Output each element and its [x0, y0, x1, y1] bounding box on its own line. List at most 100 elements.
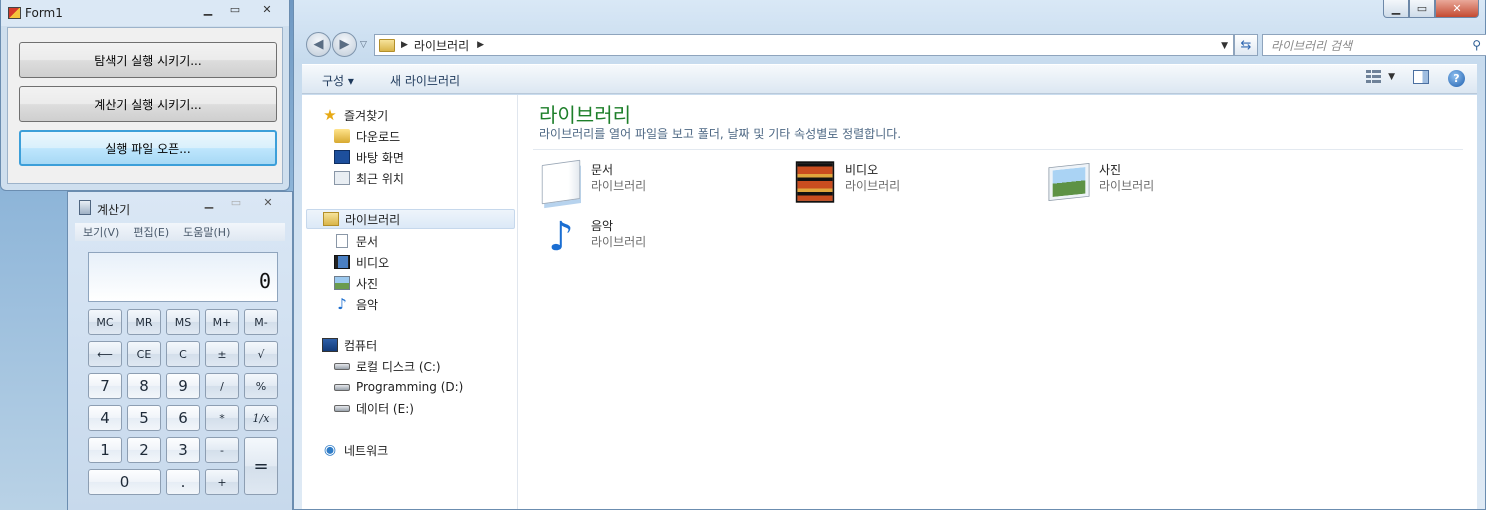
key-subtract[interactable]: - [205, 437, 239, 463]
explorer-caption-buttons: ▁ ▭ ✕ [1383, 0, 1479, 18]
item-type: 라이브러리 [1099, 179, 1155, 193]
preview-pane-button[interactable] [1413, 70, 1429, 84]
key-reciprocal[interactable]: 1/x [244, 405, 278, 431]
nav-libraries[interactable]: 라이브러리 [306, 209, 515, 229]
windows-drive-icon [334, 362, 350, 370]
key-8[interactable]: 8 [127, 373, 161, 399]
breadcrumb-separator-icon[interactable]: ▶ [401, 40, 408, 50]
new-library-button[interactable]: 새 라이브러리 [390, 72, 460, 89]
nav-drive-e[interactable]: 데이터 (E:) [334, 398, 414, 418]
change-view-button[interactable]: ▼ [1366, 70, 1395, 84]
nav-computer[interactable]: 컴퓨터 [322, 335, 377, 355]
address-bar[interactable]: ▶ 라이브러리 ▶ ▼ [374, 34, 1234, 56]
library-item-music[interactable]: ♪ 음악 라이브러리 [537, 213, 777, 263]
menu-help[interactable]: 도움말(H) [183, 224, 230, 240]
key-7[interactable]: 7 [88, 373, 122, 399]
key-multiply[interactable]: * [205, 405, 239, 431]
key-backspace[interactable]: ⟵ [88, 341, 122, 367]
display-value: 0 [258, 269, 271, 293]
open-executable-button[interactable]: 실행 파일 오픈... [19, 130, 277, 166]
run-calculator-button[interactable]: 계산기 실행 시키기... [19, 86, 277, 122]
hard-drive-icon [334, 383, 350, 391]
nav-label: 네트워크 [344, 443, 389, 458]
nav-pictures[interactable]: 사진 [334, 273, 378, 293]
run-explorer-button[interactable]: 탐색기 실행 시키기... [19, 42, 277, 78]
key-percent[interactable]: % [244, 373, 278, 399]
chevron-down-icon[interactable]: ▼ [1388, 72, 1395, 82]
search-input[interactable]: 라이브러리 검색 ⚲ [1262, 34, 1486, 56]
pictures-library-icon [1048, 163, 1090, 201]
key-6[interactable]: 6 [166, 405, 200, 431]
key-ce[interactable]: CE [127, 341, 161, 367]
close-button[interactable]: ✕ [250, 194, 286, 210]
menu-edit[interactable]: 편집(E) [133, 224, 169, 240]
nav-favorites[interactable]: ★ 즐겨찾기 [322, 105, 388, 125]
library-item-pictures[interactable]: 사진 라이브러리 [1045, 157, 1285, 207]
nav-label: 로컬 디스크 (C:) [356, 359, 441, 374]
nav-drive-c[interactable]: 로컬 디스크 (C:) [334, 356, 441, 376]
key-ms[interactable]: MS [166, 309, 200, 335]
minimize-button[interactable]: ▁ [195, 0, 221, 18]
key-decimal[interactable]: . [166, 469, 200, 495]
key-divide[interactable]: / [205, 373, 239, 399]
library-item-videos[interactable]: 비디오 라이브러리 [791, 157, 1031, 207]
nav-label: 바탕 화면 [356, 150, 404, 165]
music-icon: ♪ [337, 295, 347, 313]
maximize-button[interactable]: ▭ [223, 194, 249, 210]
calculator-display: 0 [88, 252, 278, 302]
nav-downloads[interactable]: 다운로드 [334, 126, 400, 146]
close-button[interactable]: ✕ [1435, 0, 1479, 18]
key-5[interactable]: 5 [127, 405, 161, 431]
key-0[interactable]: 0 [88, 469, 161, 495]
menu-bar: 보기(V) 편집(E) 도움말(H) [75, 223, 285, 241]
key-plus-minus[interactable]: ± [205, 341, 239, 367]
nav-drive-d[interactable]: Programming (D:) [334, 377, 463, 397]
key-mminus[interactable]: M- [244, 309, 278, 335]
key-2[interactable]: 2 [127, 437, 161, 463]
key-mr[interactable]: MR [127, 309, 161, 335]
item-type: 라이브러리 [591, 179, 647, 193]
key-4[interactable]: 4 [88, 405, 122, 431]
menu-view[interactable]: 보기(V) [83, 224, 119, 240]
nav-videos[interactable]: 비디오 [334, 252, 389, 272]
calculator-caption-buttons: ▁ ▭ ✕ [196, 194, 286, 210]
key-sqrt[interactable]: √ [244, 341, 278, 367]
nav-documents[interactable]: 문서 [334, 231, 378, 251]
key-add[interactable]: + [205, 469, 239, 495]
window-title: Form1 [25, 6, 63, 20]
key-1[interactable]: 1 [88, 437, 122, 463]
key-9[interactable]: 9 [166, 373, 200, 399]
key-mplus[interactable]: M+ [205, 309, 239, 335]
key-3[interactable]: 3 [166, 437, 200, 463]
minimize-button[interactable]: ▁ [1383, 0, 1409, 18]
view-icon [1366, 70, 1382, 84]
nav-label: 최근 위치 [356, 171, 404, 186]
address-dropdown-icon[interactable]: ▼ [1221, 41, 1228, 51]
maximize-button[interactable]: ▭ [1409, 0, 1435, 18]
calculator-icon [79, 200, 91, 215]
organize-button[interactable]: 구성 ▾ [322, 72, 354, 89]
nav-desktop[interactable]: 바탕 화면 [334, 147, 404, 167]
library-item-documents[interactable]: 문서 라이브러리 [537, 157, 777, 207]
maximize-button[interactable]: ▭ [222, 0, 248, 18]
nav-label: 비디오 [356, 255, 390, 270]
close-button[interactable]: ✕ [249, 0, 285, 18]
recent-pages-dropdown[interactable]: ▽ [360, 40, 367, 50]
help-button[interactable]: ? [1448, 70, 1465, 87]
back-button[interactable]: ◀ [306, 32, 331, 57]
video-icon [334, 255, 350, 269]
nav-music[interactable]: ♪ 음악 [334, 294, 378, 314]
breadcrumb-separator-icon[interactable]: ▶ [477, 40, 484, 50]
key-equals[interactable]: = [244, 437, 278, 495]
nav-label: 라이브러리 [345, 212, 401, 227]
nav-recent-places[interactable]: 최근 위치 [334, 168, 404, 188]
breadcrumb[interactable]: 라이브러리 [414, 37, 469, 54]
minimize-button[interactable]: ▁ [196, 194, 222, 210]
search-icon[interactable]: ⚲ [1472, 38, 1481, 52]
key-mc[interactable]: MC [88, 309, 122, 335]
key-c[interactable]: C [166, 341, 200, 367]
page-title: 라이브러리 [539, 103, 631, 127]
nav-network[interactable]: ◉ 네트워크 [322, 440, 388, 460]
forward-button[interactable]: ▶ [332, 32, 357, 57]
refresh-button[interactable]: ⇆ [1234, 34, 1258, 56]
